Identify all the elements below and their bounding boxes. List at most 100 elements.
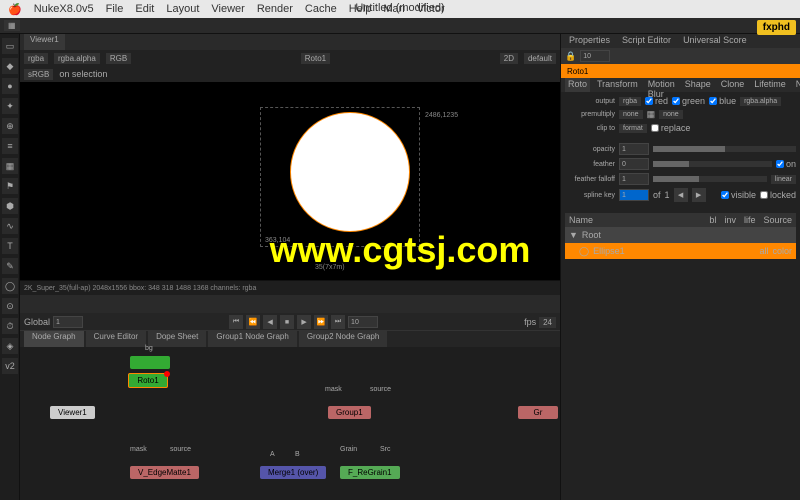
select-tool-icon[interactable]: ▭: [2, 38, 18, 54]
time-tool-icon[interactable]: ⏱: [2, 318, 18, 334]
premult-ch-select[interactable]: none: [659, 110, 683, 119]
edgematte-node[interactable]: V_EdgeMatte1: [130, 466, 199, 479]
alpha-select[interactable]: rgba.alpha: [54, 53, 100, 64]
prev-frame-icon[interactable]: ◀: [263, 315, 277, 329]
stack-tool-icon[interactable]: ≡: [2, 138, 18, 154]
group-node-2[interactable]: Gr: [518, 406, 558, 419]
flag-tool-icon[interactable]: ⚑: [2, 178, 18, 194]
res-select[interactable]: 2D: [500, 53, 518, 64]
falloff-input[interactable]: [619, 173, 649, 185]
warp-tool-icon[interactable]: ◈: [2, 338, 18, 354]
paint-tool-icon[interactable]: ✎: [2, 258, 18, 274]
timeline-track[interactable]: [20, 295, 560, 313]
regrain-node[interactable]: F_ReGrain1: [340, 466, 400, 479]
next-frame-icon[interactable]: ⏩: [314, 315, 328, 329]
opacity-slider[interactable]: [653, 146, 796, 152]
prev-key-icon[interactable]: ⏪: [246, 315, 260, 329]
visible-check[interactable]: visible: [721, 190, 756, 200]
viewer-tab[interactable]: Viewer1: [24, 34, 65, 50]
fps-value[interactable]: 24: [539, 317, 556, 328]
vfx-tool-icon[interactable]: v2: [2, 358, 18, 374]
locked-check[interactable]: locked: [760, 190, 796, 200]
output-select[interactable]: rgba: [619, 97, 641, 106]
feather-input[interactable]: [619, 158, 649, 170]
first-frame-icon[interactable]: ⏮: [229, 315, 243, 329]
tab-group1[interactable]: Group1 Node Graph: [208, 331, 297, 347]
clip-select[interactable]: format: [619, 124, 647, 133]
roto-shape[interactable]: [290, 112, 410, 232]
input-select[interactable]: Roto1: [301, 53, 330, 64]
opacity-input[interactable]: [619, 143, 649, 155]
next-key-btn[interactable]: ▶: [692, 188, 706, 202]
layer-ellipse[interactable]: ◯ Ellipse1 all color: [565, 243, 796, 259]
layer-root[interactable]: ▼ Root: [565, 227, 796, 243]
tab-dope[interactable]: Dope Sheet: [148, 331, 206, 347]
menu-file[interactable]: File: [106, 3, 124, 15]
subtab-node[interactable]: Node: [793, 78, 800, 92]
premult-select[interactable]: none: [619, 110, 643, 119]
subtab-lifetime[interactable]: Lifetime: [751, 78, 789, 92]
roto-tool-icon[interactable]: ◯: [2, 278, 18, 294]
bg-node[interactable]: [130, 356, 170, 369]
curve-tool-icon[interactable]: ∿: [2, 218, 18, 234]
life-all[interactable]: all: [759, 246, 768, 256]
subtab-clone[interactable]: Clone: [718, 78, 748, 92]
apple-icon[interactable]: 🍎: [8, 3, 22, 16]
point-tool-icon[interactable]: ◆: [2, 58, 18, 74]
menu-edit[interactable]: Edit: [135, 3, 154, 15]
group-node[interactable]: Group1: [328, 406, 371, 419]
node-graph[interactable]: Node Graph Curve Editor Dope Sheet Group…: [20, 330, 560, 500]
node-title[interactable]: Roto1: [561, 64, 800, 78]
tab-curve[interactable]: Curve Editor: [86, 331, 146, 347]
menu-render[interactable]: Render: [257, 3, 293, 15]
red-check[interactable]: red: [645, 96, 668, 106]
grid-tool-icon[interactable]: ▦: [2, 158, 18, 174]
subtab-motionblur[interactable]: Motion Blur: [645, 78, 678, 92]
transform-tool-icon[interactable]: ✦: [2, 98, 18, 114]
prev-key-btn[interactable]: ◀: [674, 188, 688, 202]
feather-on-check[interactable]: on: [776, 159, 796, 169]
channel-select[interactable]: rgba: [24, 53, 48, 64]
tab-script[interactable]: Script Editor: [618, 34, 675, 48]
bin-limit[interactable]: [580, 50, 610, 62]
viewer-canvas[interactable]: 2486,1235 363,104 35(7x7m): [20, 82, 560, 280]
tab-nodegraph[interactable]: Node Graph: [24, 331, 84, 347]
play-icon[interactable]: ▶: [297, 315, 311, 329]
tab-properties[interactable]: Properties: [565, 34, 614, 48]
tab-score[interactable]: Universal Score: [679, 34, 751, 48]
spline-input[interactable]: [619, 189, 649, 201]
current-frame[interactable]: [348, 316, 378, 328]
replace-check[interactable]: replace: [651, 123, 691, 133]
alpha-select[interactable]: rgba.alpha: [740, 97, 781, 106]
blue-check[interactable]: blue: [709, 96, 736, 106]
colorspace-select[interactable]: RGB: [106, 53, 131, 64]
falloff-slider[interactable]: [653, 176, 767, 182]
3d-tool-icon[interactable]: ⬢: [2, 198, 18, 214]
srgb-select[interactable]: sRGB: [24, 69, 53, 80]
stop-icon[interactable]: ■: [280, 315, 294, 329]
falloff-type[interactable]: linear: [771, 175, 796, 184]
text-tool-icon[interactable]: T: [2, 238, 18, 254]
source-color[interactable]: color: [772, 246, 792, 256]
frame-start[interactable]: [53, 316, 83, 328]
last-frame-icon[interactable]: ⏭: [331, 315, 345, 329]
merge-node[interactable]: Merge1 (over): [260, 466, 326, 479]
subtab-transform[interactable]: Transform: [594, 78, 641, 92]
merge-tool-icon[interactable]: ⊕: [2, 118, 18, 134]
dot-tool-icon[interactable]: ●: [2, 78, 18, 94]
subtab-roto[interactable]: Roto: [565, 78, 590, 92]
menu-viewer[interactable]: Viewer: [211, 3, 244, 15]
lock-icon[interactable]: 🔒: [565, 51, 576, 62]
menu-cache[interactable]: Cache: [305, 3, 337, 15]
menu-layout[interactable]: Layout: [166, 3, 199, 15]
roto-node[interactable]: Roto1: [128, 373, 168, 388]
feather-slider[interactable]: [653, 161, 772, 167]
subtab-shape[interactable]: Shape: [682, 78, 714, 92]
expand-icon[interactable]: ▼: [569, 230, 578, 240]
toolbar-btn[interactable]: ▦: [4, 20, 20, 31]
cache-select[interactable]: default: [524, 53, 556, 64]
viewer-node[interactable]: Viewer1: [50, 406, 95, 419]
green-check[interactable]: green: [672, 96, 705, 106]
tab-group2[interactable]: Group2 Node Graph: [299, 331, 388, 347]
track-tool-icon[interactable]: ⊙: [2, 298, 18, 314]
